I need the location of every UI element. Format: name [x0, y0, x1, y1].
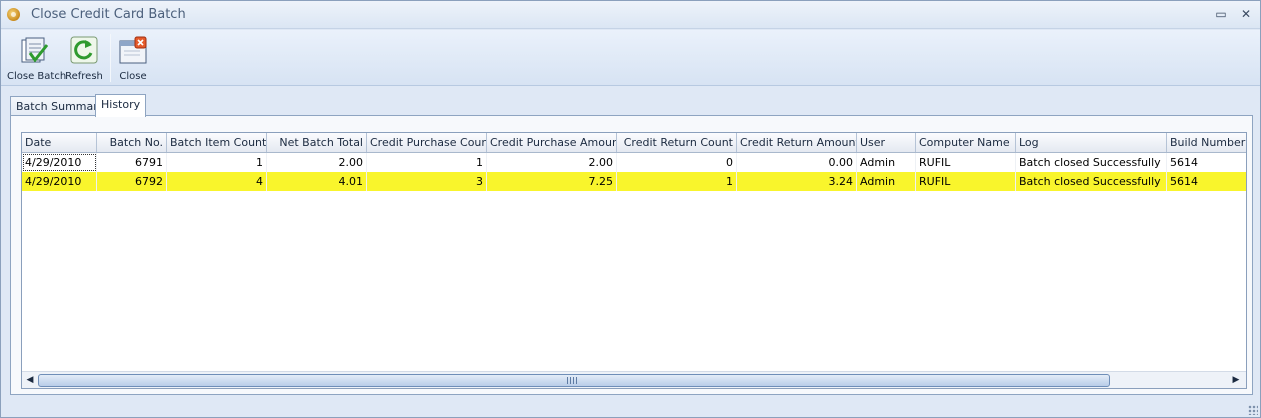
cell-credit-return-count[interactable]: 1	[617, 172, 737, 191]
refresh-label: Refresh	[65, 71, 103, 82]
scrollbar-thumb[interactable]	[38, 374, 1110, 387]
horizontal-scrollbar[interactable]: ◀ ▶	[22, 371, 1246, 388]
cell-log[interactable]: Batch closed Successfully	[1016, 172, 1167, 191]
scroll-left-icon[interactable]: ◀	[24, 374, 36, 386]
column-header-user[interactable]: User	[857, 133, 916, 152]
cell-computer-name[interactable]: RUFIL	[916, 172, 1016, 191]
tab-history[interactable]: History	[95, 94, 147, 117]
grid-header: Date Batch No. Batch Item Count Net Batc…	[22, 133, 1246, 153]
scrollbar-grip	[567, 377, 577, 384]
resize-grip-icon[interactable]	[1248, 405, 1258, 415]
cell-log[interactable]: Batch closed Successfully	[1016, 153, 1167, 172]
cell-build-number[interactable]: 5614	[1167, 153, 1246, 172]
cell-batch-no[interactable]: 6792	[97, 172, 167, 191]
restore-icon[interactable]: ▭	[1214, 7, 1228, 21]
title-bar: Close Credit Card Batch ▭ ✕	[1, 1, 1260, 29]
table-row-selected[interactable]: 4/29/2010 6792 4 4.01 3 7.25 1 3.24 Admi…	[22, 172, 1246, 191]
close-label: Close	[119, 71, 147, 82]
close-window-icon	[119, 36, 147, 64]
table-row[interactable]: 4/29/2010 6791 1 2.00 1 2.00 0 0.00 Admi…	[22, 153, 1246, 172]
column-header-credit-return-count[interactable]: Credit Return Count	[617, 133, 737, 152]
close-icon[interactable]: ✕	[1239, 7, 1253, 21]
column-header-batch-no[interactable]: Batch No.	[97, 133, 167, 152]
cell-credit-return-count[interactable]: 0	[617, 153, 737, 172]
refresh-icon	[70, 36, 98, 64]
column-header-credit-purchase-amount[interactable]: Credit Purchase Amount	[487, 133, 617, 152]
column-header-net-batch-total[interactable]: Net Batch Total	[267, 133, 367, 152]
close-batch-icon	[21, 37, 48, 63]
toolbar: Close Batch Refresh Close	[1, 30, 1260, 86]
toolbar-separator	[110, 34, 111, 82]
cell-computer-name[interactable]: RUFIL	[916, 153, 1016, 172]
column-header-credit-purchase-count[interactable]: Credit Purchase Count	[367, 133, 487, 152]
cell-user[interactable]: Admin	[857, 172, 916, 191]
close-batch-label: Close Batch	[7, 71, 67, 82]
scroll-right-icon[interactable]: ▶	[1230, 374, 1242, 386]
cell-credit-purchase-count[interactable]: 1	[367, 153, 487, 172]
close-button[interactable]: Close	[115, 34, 151, 84]
cell-user[interactable]: Admin	[857, 153, 916, 172]
window-title: Close Credit Card Batch	[31, 7, 186, 22]
column-header-credit-return-amount[interactable]: Credit Return Amount	[737, 133, 857, 152]
cell-date[interactable]: 4/29/2010	[22, 153, 97, 172]
cell-credit-return-amount[interactable]: 0.00	[737, 153, 857, 172]
column-header-build-number[interactable]: Build Number	[1167, 133, 1246, 152]
cell-credit-purchase-amount[interactable]: 2.00	[487, 153, 617, 172]
cell-batch-no[interactable]: 6791	[97, 153, 167, 172]
history-grid[interactable]: Date Batch No. Batch Item Count Net Batc…	[21, 132, 1247, 389]
history-panel: Date Batch No. Batch Item Count Net Batc…	[10, 115, 1253, 395]
cell-credit-return-amount[interactable]: 3.24	[737, 172, 857, 191]
cell-batch-item-count[interactable]: 1	[167, 153, 267, 172]
cell-net-batch-total[interactable]: 4.01	[267, 172, 367, 191]
cell-credit-purchase-amount[interactable]: 7.25	[487, 172, 617, 191]
column-header-batch-item-count[interactable]: Batch Item Count	[167, 133, 267, 152]
cell-batch-item-count[interactable]: 4	[167, 172, 267, 191]
close-batch-button[interactable]: Close Batch	[7, 34, 67, 84]
cell-credit-purchase-count[interactable]: 3	[367, 172, 487, 191]
column-header-date[interactable]: Date	[22, 133, 97, 152]
close-credit-card-batch-window: Close Credit Card Batch ▭ ✕ Close Batch …	[0, 0, 1261, 418]
cell-net-batch-total[interactable]: 2.00	[267, 153, 367, 172]
refresh-button[interactable]: Refresh	[63, 34, 105, 84]
cell-build-number[interactable]: 5614	[1167, 172, 1246, 191]
cell-date[interactable]: 4/29/2010	[22, 172, 97, 191]
column-header-computer-name[interactable]: Computer Name	[916, 133, 1016, 152]
app-icon	[7, 8, 20, 21]
column-header-log[interactable]: Log	[1016, 133, 1167, 152]
